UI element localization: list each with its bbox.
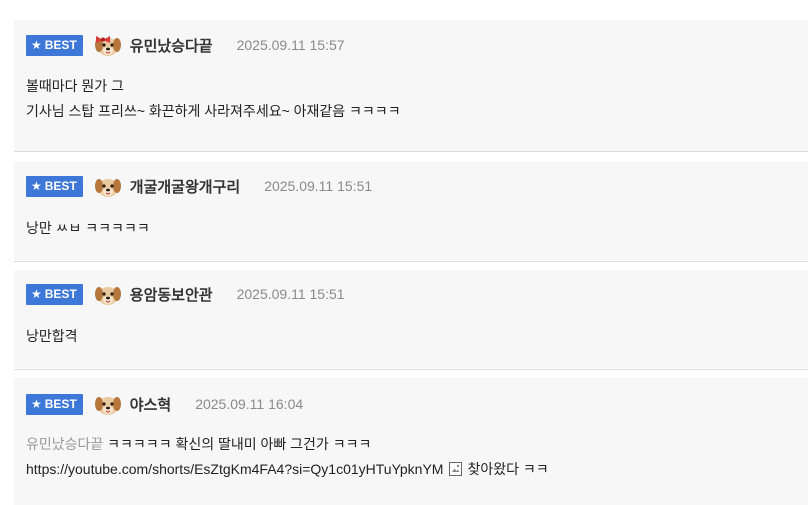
star-icon: ★: [31, 38, 42, 52]
star-icon: ★: [31, 287, 42, 301]
comment-meta: ★ BEST 개굴개굴왕개구리 2025.09.11 15:51: [26, 172, 372, 200]
comment-meta: ★ BEST 유민났승다끝 2025.09.11 15:57: [26, 31, 345, 59]
comment-text: ㅋㅋㅋㅋㅋ 확신의 딸내미 아빠 그건가 ㅋㅋㅋ: [103, 436, 372, 452]
timestamp: 2025.09.11 15:57: [236, 37, 345, 53]
best-badge-label: BEST: [44, 397, 77, 411]
comment-line: 낭만합격: [26, 328, 78, 344]
timestamp: 2025.09.11 16:04: [195, 396, 304, 412]
divider: [14, 369, 808, 370]
avatar[interactable]: [93, 171, 123, 201]
puppy-with-red-bow-icon: [94, 36, 122, 57]
comment-body: 낭만 ㅆㅂ ㅋㅋㅋㅋㅋ: [26, 216, 150, 241]
puppy-face-icon: [94, 286, 122, 306]
best-badge: ★ BEST: [26, 34, 83, 56]
puppy-face-icon: [94, 396, 122, 416]
avatar[interactable]: [93, 389, 123, 419]
comment-text: 찾아왔다 ㅋㅋ: [467, 461, 549, 477]
divider: [14, 261, 808, 262]
attachment-preview-icon[interactable]: [449, 462, 463, 476]
timestamp: 2025.09.11 15:51: [236, 286, 345, 302]
comment-line: 유민났승다끝 ㅋㅋㅋㅋㅋ 확신의 딸내미 아빠 그건가 ㅋㅋㅋ: [26, 432, 549, 457]
comment-item: ★ BEST 용암동보안관 2025.09.11 15:51 낭만합격: [14, 270, 808, 368]
best-badge: ★ BEST: [26, 175, 83, 197]
comment-line: 기사님 스탑 프리쓰~ 화끈하게 사라져주세요~ 아재같음 ㅋㅋㅋㅋ: [26, 103, 401, 119]
nickname[interactable]: 야스혁: [130, 394, 171, 415]
comment-list: ★ BEST 유민났승다끝 2025.09.11 15:57 볼때마다 뭔가 그…: [0, 0, 808, 505]
avatar[interactable]: [93, 30, 123, 60]
youtube-link[interactable]: https://youtube.com/shorts/EsZtgKm4FA4?s…: [26, 461, 443, 477]
nickname[interactable]: 개굴개굴왕개구리: [130, 176, 240, 197]
comment-item: ★ BEST 개굴개굴왕개구리 2025.09.11 15:51 낭만 ㅆㅂ ㅋ…: [14, 162, 808, 260]
best-badge: ★ BEST: [26, 283, 83, 305]
comment-body: 낭만합격: [26, 324, 78, 349]
nickname[interactable]: 용암동보안관: [130, 284, 213, 305]
divider: [14, 151, 808, 152]
comment-body: 볼때마다 뭔가 그 기사님 스탑 프리쓰~ 화끈하게 사라져주세요~ 아재같음 …: [26, 74, 401, 124]
best-badge-label: BEST: [44, 287, 77, 301]
best-badge-label: BEST: [44, 179, 77, 193]
best-badge: ★ BEST: [26, 393, 83, 415]
comment-body: 유민났승다끝 ㅋㅋㅋㅋㅋ 확신의 딸내미 아빠 그건가 ㅋㅋㅋ https://…: [26, 432, 549, 482]
nickname[interactable]: 유민났승다끝: [130, 35, 213, 56]
comment-item: ★ BEST 야스혁 2025.09.11 16:04 유민났승다끝 ㅋㅋㅋㅋㅋ…: [14, 378, 808, 505]
comment-meta: ★ BEST 야스혁 2025.09.11 16:04: [26, 390, 303, 418]
star-icon: ★: [31, 179, 42, 193]
reply-mention[interactable]: 유민났승다끝: [26, 436, 103, 452]
comment-item: ★ BEST 유민났승다끝 2025.09.11 15:57 볼때마다 뭔가 그…: [14, 20, 808, 151]
star-icon: ★: [31, 397, 42, 411]
comment-line: 낭만 ㅆㅂ ㅋㅋㅋㅋㅋ: [26, 220, 150, 236]
puppy-face-icon: [94, 178, 122, 198]
best-badge-label: BEST: [44, 38, 77, 52]
comment-line: https://youtube.com/shorts/EsZtgKm4FA4?s…: [26, 457, 549, 482]
avatar[interactable]: [93, 279, 123, 309]
timestamp: 2025.09.11 15:51: [264, 178, 373, 194]
comment-meta: ★ BEST 용암동보안관 2025.09.11 15:51: [26, 280, 345, 308]
comment-line: 볼때마다 뭔가 그: [26, 78, 124, 94]
